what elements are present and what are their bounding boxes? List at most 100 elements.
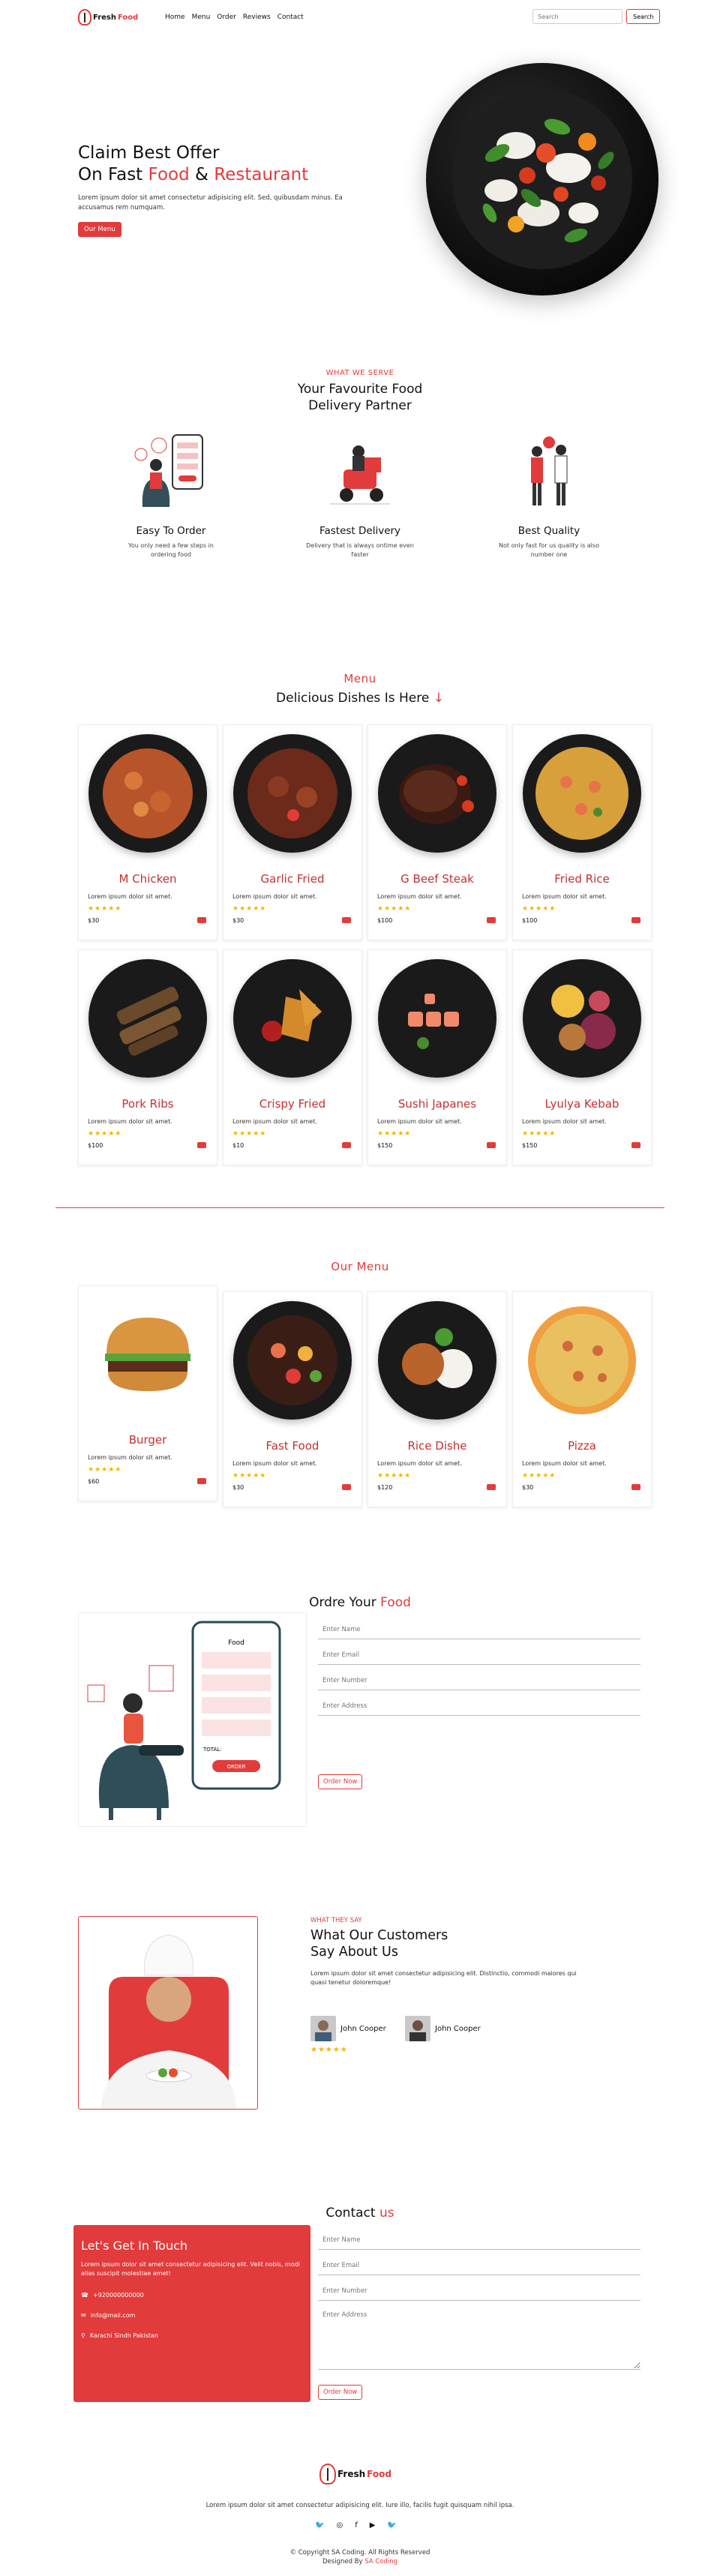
nav-contact[interactable]: Contact	[278, 13, 304, 21]
reviewer-name: John Cooper	[435, 2024, 481, 2033]
dish-card[interactable]: G Beef Steak Lorem ipsum dolor sit amet. ★…	[368, 724, 507, 940]
rating-stars: ★★★★★	[522, 905, 556, 913]
dish-name: Fried Rice	[554, 872, 610, 886]
contact-title-prefix: Contact	[326, 2206, 380, 2221]
dish-description: Lorem ipsum dolor sit amet.	[522, 1460, 607, 1467]
cart-icon[interactable]	[632, 917, 640, 923]
order-number-field[interactable]	[318, 1671, 640, 1690]
designed-by-link[interactable]: SA Coding	[364, 2558, 398, 2566]
address-text: Karachi Sindh Pakistan	[89, 2332, 158, 2339]
cart-icon[interactable]	[197, 917, 206, 923]
cart-icon[interactable]	[342, 1484, 351, 1490]
dish-name: G Beef Steak	[400, 872, 474, 886]
nav-menu[interactable]: Menu	[192, 13, 211, 21]
our-menu-button[interactable]: Our Menu	[78, 222, 122, 237]
dish-price: $30	[522, 1484, 534, 1491]
contact-email-field[interactable]	[318, 2256, 640, 2275]
cart-icon[interactable]	[487, 917, 496, 923]
cart-icon[interactable]	[632, 1142, 640, 1148]
contact-number-field[interactable]	[318, 2281, 640, 2301]
contact-email[interactable]: ✉ info@mail.com	[81, 2312, 303, 2319]
dish-name: Lyulya Kebab	[544, 1097, 620, 1111]
nav-home[interactable]: Home	[165, 13, 185, 21]
facebook-icon[interactable]: f	[355, 2521, 358, 2530]
cart-icon[interactable]	[342, 917, 351, 923]
nav-reviews[interactable]: Reviews	[243, 13, 271, 21]
cart-icon[interactable]	[487, 1142, 496, 1148]
touch-title: Let's Get In Touch	[81, 2239, 188, 2253]
twitter-icon[interactable]: 🐦	[387, 2521, 396, 2530]
feature-easy-order: Easy To Order You only need a few steps …	[96, 432, 246, 559]
order-name-field[interactable]	[318, 1620, 640, 1639]
fried-rice-image	[523, 734, 641, 853]
dish-description: Lorem ipsum dolor sit amet.	[377, 1118, 462, 1125]
feature-text: Delivery that is always ontime even fast…	[306, 542, 414, 558]
footer-logo[interactable]: Fresh Food	[320, 2464, 392, 2485]
dish-price: $60	[88, 1478, 100, 1485]
avatar	[310, 2016, 336, 2041]
contact-address: ⚲ Karachi Sindh Pakistan	[81, 2332, 303, 2339]
reviewer[interactable]: John Cooper	[405, 2016, 481, 2041]
youtube-icon[interactable]: ▶	[370, 2521, 376, 2530]
sushi-japanes-image	[378, 959, 496, 1078]
contact-name-field[interactable]	[318, 2230, 640, 2250]
dish-card[interactable]: Pizza Lorem ipsum dolor sit amet. ★★★★★ $30	[512, 1291, 652, 1507]
touch-text: Lorem ipsum dolor sit amet consectetur a…	[81, 2261, 300, 2277]
menu-title-text: Delicious Dishes Is Here	[276, 691, 430, 706]
order-email-field[interactable]	[318, 1645, 640, 1665]
order-now-button[interactable]: Order Now	[318, 1774, 363, 1789]
feature-text: You only need a few steps in ordering fo…	[128, 542, 214, 558]
avatar	[405, 2016, 430, 2041]
cart-icon[interactable]	[632, 1484, 640, 1490]
dish-card[interactable]: Fast Food Lorem ipsum dolor sit amet. ★★★★…	[223, 1291, 362, 1507]
twitter-icon[interactable]: 🐦	[315, 2521, 324, 2530]
dish-card[interactable]: Garlic Fried Lorem ipsum dolor sit amet. ★…	[223, 724, 362, 940]
dish-card[interactable]: Rice Dishe Lorem ipsum dolor sit amet. ★★★…	[368, 1291, 507, 1507]
search-bar: Search	[532, 9, 661, 24]
dish-price: $30	[232, 1484, 244, 1491]
dish-card[interactable]: Pork Ribs Lorem ipsum dolor sit amet. ★★★★…	[78, 949, 218, 1165]
cart-icon[interactable]	[197, 1478, 206, 1484]
dish-description: Lorem ipsum dolor sit amet.	[232, 1118, 317, 1125]
order-illustration: Food TOTAL: ORDER	[78, 1612, 307, 1827]
reviews-title-line1: What Our Customers	[310, 1928, 448, 1943]
contact-phone[interactable]: ☎ +920000000000	[81, 2292, 303, 2299]
dish-card[interactable]: Fried Rice Lorem ipsum dolor sit amet. ★★★…	[512, 724, 652, 940]
cart-icon[interactable]	[487, 1484, 496, 1490]
order-title: Ordre Your Food	[0, 1594, 720, 1611]
dish-description: Lorem ipsum dolor sit amet.	[232, 893, 317, 900]
instagram-icon[interactable]: ◎	[336, 2521, 343, 2530]
chefs-illustration	[504, 432, 594, 514]
reviews-eyebrow: WHAT THEY SAY	[310, 1917, 362, 1924]
dish-card[interactable]: Lyulya Kebab Lorem ipsum dolor sit amet. ★…	[512, 949, 652, 1165]
hero-line2: On Fast	[78, 165, 148, 184]
dish-card[interactable]: Crispy Fried Lorem ipsum dolor sit amet. ★…	[223, 949, 362, 1165]
cart-icon[interactable]	[342, 1142, 351, 1148]
reviews-title: What Our Customers Say About Us	[310, 1927, 448, 1960]
hero-salad-image	[426, 63, 658, 295]
serve-title-line2: Delivery Partner	[308, 398, 412, 413]
order-address-field[interactable]	[318, 1696, 640, 1716]
logo[interactable]: Fresh Food	[78, 9, 138, 25]
search-input[interactable]	[532, 9, 622, 24]
dish-card[interactable]: M Chicken Lorem ipsum dolor sit amet. ★★★★…	[78, 724, 218, 940]
dish-card[interactable]: Burger Lorem ipsum dolor sit amet. ★★★★★ $6…	[78, 1285, 218, 1501]
hero-amp: &	[189, 165, 214, 184]
dish-price: $150	[522, 1142, 538, 1149]
search-button[interactable]: Search	[626, 9, 661, 24]
footer-logo-text: Fresh	[338, 2469, 366, 2479]
contact-order-now-button[interactable]: Order Now	[318, 2385, 363, 2400]
nav-order[interactable]: Order	[217, 13, 236, 21]
dish-name: Pork Ribs	[122, 1097, 174, 1111]
rating-stars: ★★★★★	[522, 1472, 556, 1480]
dish-card[interactable]: Sushi Japanes Lorem ipsum dolor sit amet.…	[368, 949, 507, 1165]
contact-address-field[interactable]	[318, 2307, 640, 2370]
arrow-down-icon: ↓	[433, 691, 444, 706]
cart-icon[interactable]	[197, 1142, 206, 1148]
crispy-fried-image	[233, 959, 352, 1078]
dish-price: $100	[377, 917, 393, 924]
contact-info-card: Let's Get In Touch Lorem ipsum dolor sit…	[74, 2225, 310, 2402]
dish-description: Lorem ipsum dolor sit amet.	[88, 1118, 172, 1125]
dish-name: Crispy Fried	[259, 1097, 326, 1111]
reviewer[interactable]: John Cooper	[310, 2016, 386, 2041]
